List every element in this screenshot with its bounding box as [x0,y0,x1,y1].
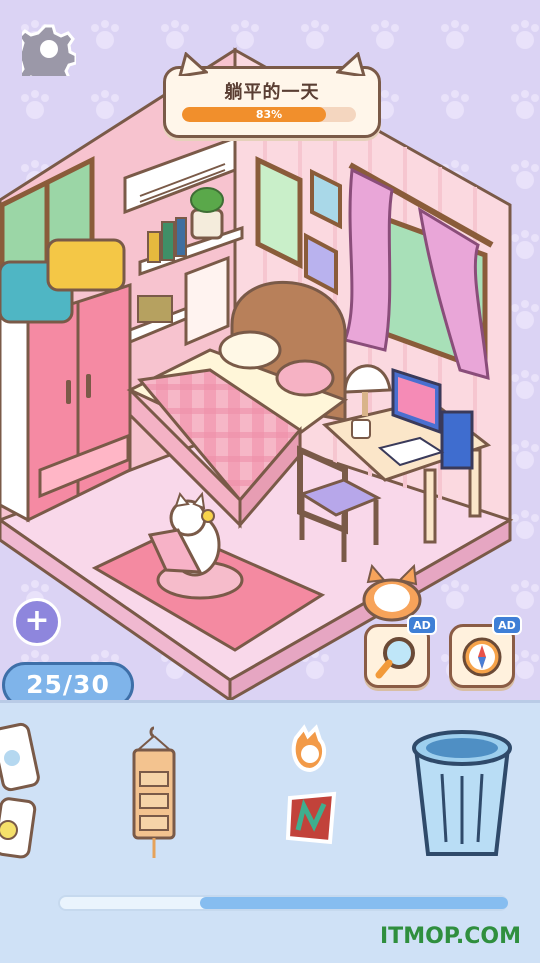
cat-ear-right-icon [336,52,366,76]
trash-bin-icon [412,730,512,856]
search-hint-button[interactable]: AD [364,615,437,688]
add-button[interactable]: + [13,598,61,646]
inventory-item-hanging-organizer[interactable] [126,724,182,868]
level-progress-label: 83% [255,108,283,121]
level-progress-bar: 83% [182,107,356,122]
ad-badge: AD [492,615,522,635]
inventory-scrollbar[interactable] [58,895,508,911]
plus-icon: + [24,603,50,638]
inventory-item-animal-stickers[interactable] [280,718,340,870]
animal-stickers-icon [285,724,337,845]
magnifier-icon [375,637,415,679]
compass-hint-button[interactable]: AD [449,615,522,688]
inventory-item-trash-bin[interactable] [404,718,520,870]
settings-button[interactable] [12,22,78,89]
ad-badge: AD [407,615,437,635]
inventory-item-sticker-cards[interactable] [0,718,40,872]
level-title: 躺平的一天 [224,82,320,103]
hanging-organizer-icon [132,726,176,858]
cat-ear-left-icon [178,52,208,76]
watermark-text: ITMOP.COM [380,924,521,949]
inventory-scroll-thumb[interactable] [200,897,508,909]
compass-icon [462,637,502,677]
sticker-cards-icon [0,722,40,859]
level-title-card: 躺平的一天 83% [163,52,381,138]
gear-icon [12,24,78,89]
